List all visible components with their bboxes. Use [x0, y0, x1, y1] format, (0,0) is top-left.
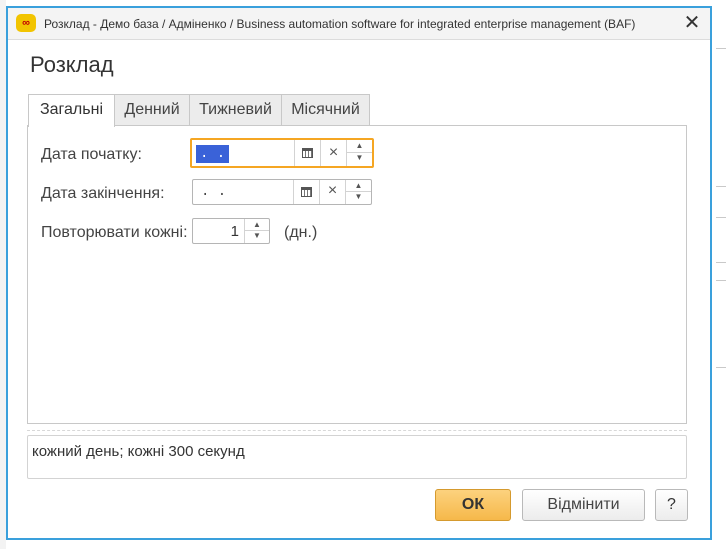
repeat-unit-label: (дн.) — [284, 224, 318, 241]
start-date-calendar-button[interactable] — [295, 140, 320, 166]
repeat-interval-value[interactable]: 1 — [231, 223, 239, 240]
schedule-dialog: ∞ Розклад - Демо база / Адміненко / Busi… — [6, 6, 712, 540]
close-icon[interactable]: ✕ — [682, 12, 702, 34]
background-window-right — [712, 0, 726, 549]
clear-icon[interactable]: × — [321, 140, 346, 166]
tab-monthly[interactable]: Місячний — [281, 94, 370, 125]
schedule-summary-text: кожний день; кожні 300 секунд — [32, 443, 245, 460]
spin-down-icon[interactable]: ▼ — [346, 191, 371, 204]
start-date-field[interactable]: . . × ▲ ▼ — [190, 138, 374, 168]
tab-daily[interactable]: Денний — [114, 94, 190, 125]
background-divider — [716, 262, 726, 263]
tab-weekly[interactable]: Тижневий — [189, 94, 282, 125]
clear-icon[interactable]: × — [320, 180, 345, 204]
app-logo-text: ∞ — [22, 17, 30, 29]
background-divider — [716, 186, 726, 187]
end-date-value[interactable]: . . — [197, 183, 230, 201]
background-divider — [716, 280, 726, 281]
calendar-icon — [301, 148, 313, 158]
help-button[interactable]: ? — [655, 489, 688, 521]
end-date-field[interactable]: . . × ▲ ▼ — [192, 179, 372, 205]
start-date-value[interactable]: . . — [196, 145, 230, 163]
spin-down-icon[interactable]: ▼ — [347, 152, 372, 166]
ok-button[interactable]: ОК — [435, 489, 511, 521]
app-logo-icon: ∞ — [16, 14, 36, 32]
spin-down-icon[interactable]: ▼ — [245, 230, 269, 243]
title-bar[interactable]: ∞ Розклад - Демо база / Адміненко / Busi… — [8, 8, 710, 40]
divider — [27, 430, 687, 431]
end-date-spinner[interactable]: ▲ ▼ — [346, 180, 371, 204]
start-date-label: Дата початку: — [41, 146, 142, 163]
schedule-summary: кожний день; кожні 300 секунд — [27, 435, 687, 479]
background-divider — [716, 217, 726, 218]
tab-general[interactable]: Загальні — [28, 94, 115, 127]
end-date-label: Дата закінчення: — [41, 185, 165, 202]
window-title: Розклад - Демо база / Адміненко / Busine… — [44, 17, 636, 31]
repeat-interval-spinner[interactable]: ▲ ▼ — [245, 219, 269, 243]
repeat-every-label: Повторювати кожні: — [41, 224, 188, 241]
form-title: Розклад — [30, 52, 114, 77]
general-tab-panel: Дата початку: . . × ▲ ▼ Дата закінчення:… — [27, 125, 687, 424]
repeat-interval-field[interactable]: 1 ▲ ▼ — [192, 218, 270, 244]
background-divider — [716, 367, 726, 368]
calendar-icon — [300, 187, 312, 197]
background-divider — [716, 48, 726, 49]
end-date-calendar-button[interactable] — [294, 180, 319, 204]
start-date-spinner[interactable]: ▲ ▼ — [347, 140, 372, 166]
cancel-button[interactable]: Відмінити — [522, 489, 645, 521]
